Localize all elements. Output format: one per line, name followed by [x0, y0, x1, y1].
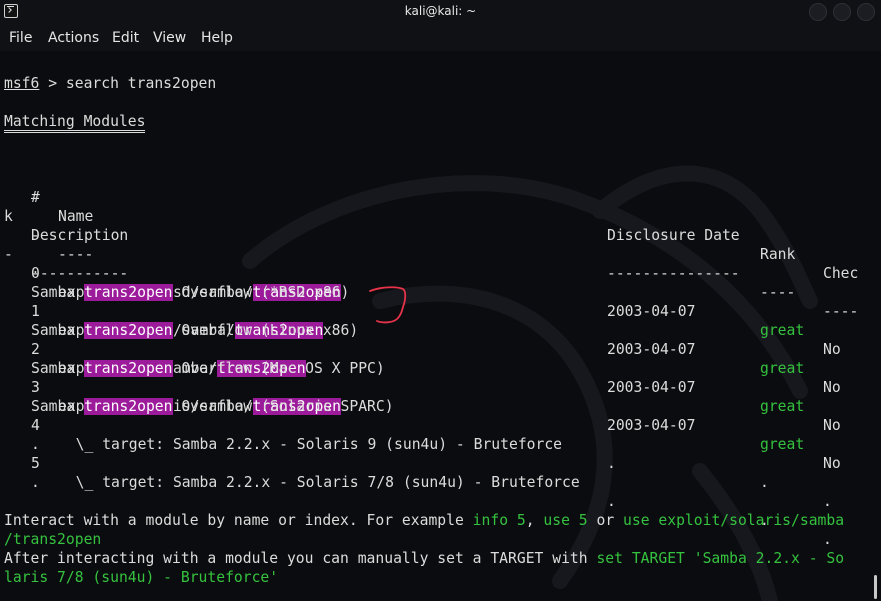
row-check: No	[823, 379, 841, 396]
menu-file[interactable]: File	[9, 30, 32, 46]
footer-set-target-command: set TARGET 'Samba 2.2.x - So	[596, 550, 845, 567]
footer-or: or	[587, 512, 624, 529]
menu-actions[interactable]: Actions	[48, 30, 99, 46]
terminal-output[interactable]: msf6 > search trans2open Matching Module…	[0, 51, 881, 601]
scrollbar-thumb[interactable]	[874, 575, 877, 599]
footer-line: After interacting with a module you can …	[4, 549, 844, 568]
row-date: 2003-04-07	[607, 341, 696, 358]
search-highlight: trans2open	[84, 360, 173, 377]
footer-use-command: use 5	[543, 512, 588, 529]
footer-line: laris 7/8 (sun4u) - Bruteforce'	[4, 568, 278, 587]
row-rank: great	[760, 322, 805, 339]
rule-check: ----	[823, 303, 859, 320]
minimize-button[interactable]	[809, 3, 827, 21]
desc-suffix: Overflow (*BSD x86)	[172, 284, 350, 301]
row-rank: great	[760, 436, 805, 453]
rule-description: -----------	[31, 265, 129, 282]
menu-help[interactable]: Help	[201, 30, 233, 46]
section-title: Matching Modules	[4, 112, 146, 133]
footer-text: After interacting with a module you can …	[4, 550, 597, 567]
desc-suffix: Overflow (Linux x86)	[172, 322, 359, 339]
footer-comma: ,	[525, 512, 544, 529]
section-title-text: Matching Modules	[4, 114, 146, 133]
row-check: .	[823, 531, 832, 548]
rule-rank: ----	[760, 284, 796, 301]
maximize-button[interactable]	[833, 3, 851, 21]
footer-line: Interact with a module by name or index.…	[4, 511, 844, 530]
header-description: Description	[31, 227, 129, 244]
search-highlight: trans2open	[84, 398, 173, 415]
row-rank: great	[760, 398, 805, 415]
header-date: Disclosure Date	[607, 227, 740, 244]
row-rank: great	[760, 360, 805, 377]
search-highlight: trans2open	[84, 322, 173, 339]
close-button[interactable]	[857, 3, 875, 21]
row-date: 2003-04-07	[607, 417, 696, 434]
row-date: 2003-04-07	[607, 379, 696, 396]
footer-info-command: info 5	[472, 512, 526, 529]
rule-name: ----	[58, 246, 94, 263]
annotation-bracket	[369, 286, 407, 324]
row-date: 2003-04-07	[607, 303, 696, 320]
row-description: .	[4, 454, 40, 511]
menu-edit[interactable]: Edit	[112, 30, 139, 46]
window-title: kali@kali: ~	[404, 4, 477, 18]
prompt-name: msf6	[4, 75, 40, 92]
desc-suffix: Overflow (Mac OS X PPC)	[172, 360, 385, 377]
row-date: .	[607, 455, 616, 472]
row-check: No	[823, 455, 841, 472]
target-text: \_ target: Samba 2.2.x - Solaris 7/8 (su…	[58, 474, 580, 491]
prompt-separator: >	[39, 75, 66, 92]
footer-line: /trans2open	[4, 530, 101, 549]
header-rank: Rank	[760, 246, 796, 263]
row-wrap: .	[31, 474, 40, 491]
desc-suffix: Overflow (Solaris SPARC)	[172, 398, 394, 415]
command-text: search trans2open	[65, 75, 217, 92]
header-check: Chec	[823, 265, 859, 282]
row-check: No	[823, 341, 841, 358]
title-bar: kali@kali: ~	[0, 0, 881, 25]
header-name: Name	[58, 208, 94, 225]
footer-set-target-command-wrap: laris 7/8 (sun4u) - Bruteforce'	[4, 569, 279, 586]
row-rank: .	[760, 474, 769, 491]
rule-date: ---------------	[607, 265, 740, 282]
target-text: \_ target: Samba 2.2.x - Solaris 9 (sun4…	[58, 436, 563, 453]
footer-use-full-command: use exploit/solaris/samba	[623, 512, 845, 529]
row-date: .	[607, 493, 616, 510]
menu-view[interactable]: View	[153, 30, 186, 46]
search-highlight: trans2open	[84, 284, 173, 301]
footer-text: Interact with a module by name or index.…	[4, 512, 473, 529]
menu-bar: File Actions Edit View Help	[0, 25, 881, 51]
row-check: .	[823, 493, 832, 510]
row-check: No	[823, 417, 841, 434]
footer-use-full-command-wrap: /trans2open	[4, 531, 102, 548]
command-line: msf6 > search trans2open	[4, 74, 216, 93]
